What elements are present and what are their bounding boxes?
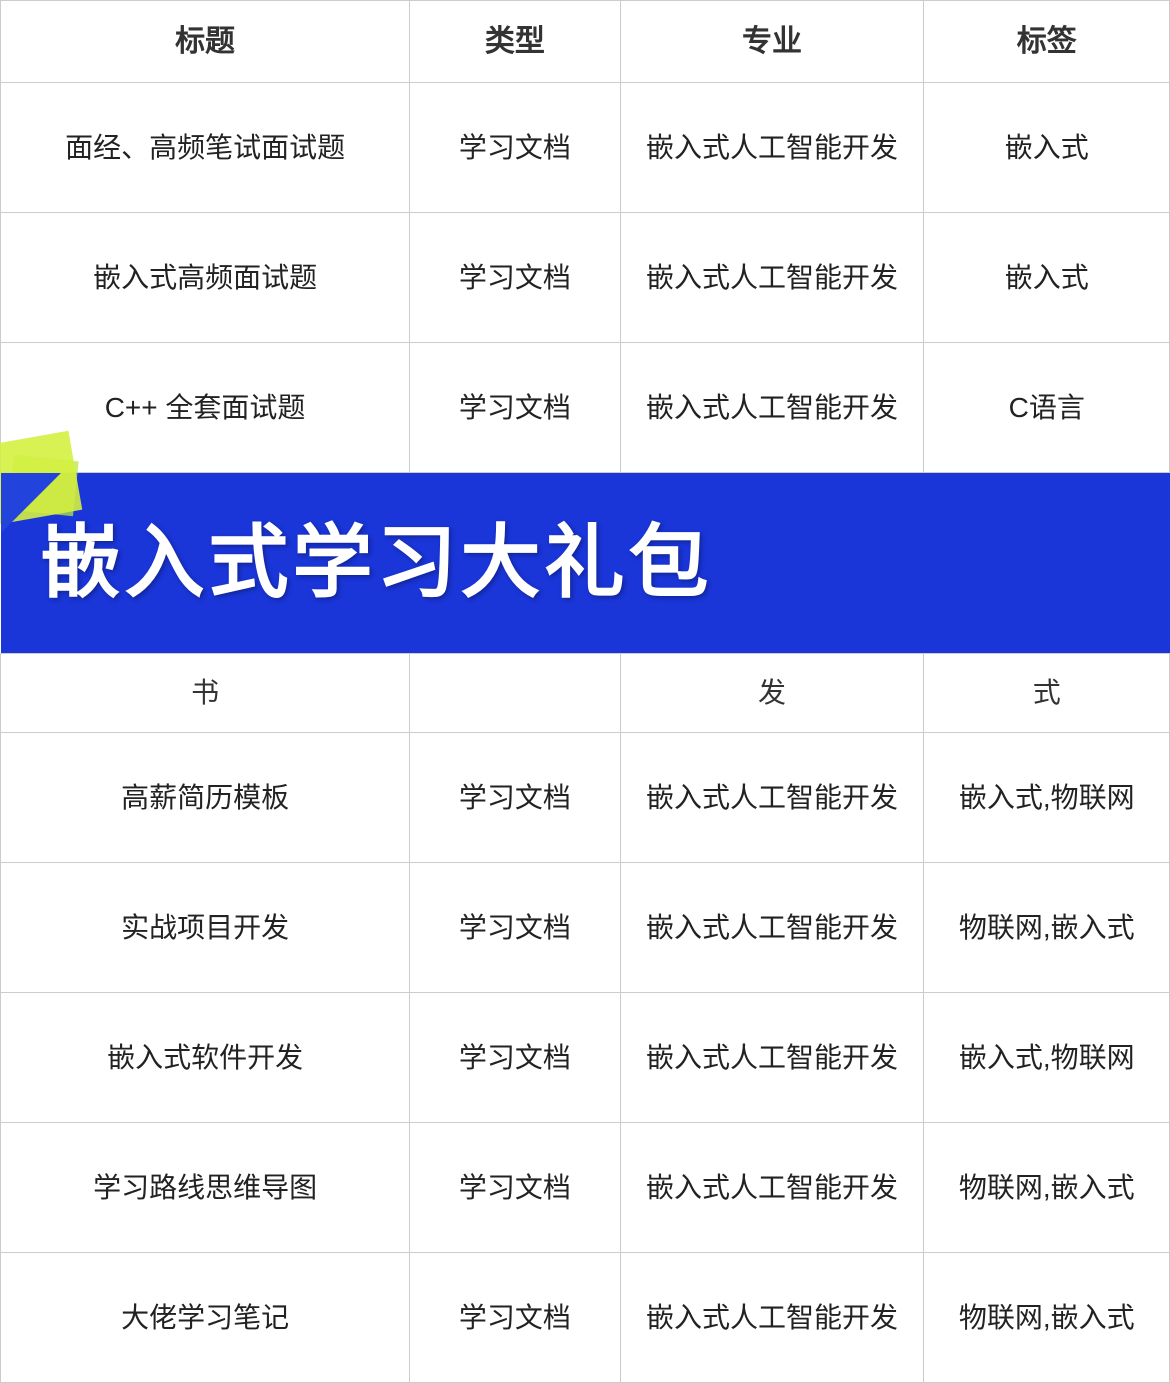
table-row: 高薪简历模板学习文档嵌入式人工智能开发嵌入式,物联网 (1, 733, 1170, 863)
cell-7-2: 嵌入式人工智能开发 (620, 1123, 924, 1253)
cell-8-2: 嵌入式人工智能开发 (620, 1253, 924, 1383)
blue-corner (1, 473, 61, 533)
col-header-type: 类型 (410, 1, 620, 83)
table-row: 大佬学习笔记学习文档嵌入式人工智能开发物联网,嵌入式 (1, 1253, 1170, 1383)
cell-2-2: 嵌入式人工智能开发 (620, 343, 924, 473)
cell-8-0: 大佬学习笔记 (1, 1253, 410, 1383)
cell-8-1: 学习文档 (410, 1253, 620, 1383)
cell-1-0: 嵌入式高频面试题 (1, 213, 410, 343)
cell-0-3: 嵌入式 (924, 83, 1170, 213)
cell-0-1: 学习文档 (410, 83, 620, 213)
col-header-title: 标题 (1, 1, 410, 83)
main-container: 标题 类型 专业 标签 面经、高频笔试面试题学习文档嵌入式人工智能开发嵌入式嵌入… (0, 0, 1170, 1383)
cell-1-3: 嵌入式 (924, 213, 1170, 343)
partial-cell-1 (410, 654, 620, 733)
cell-0-2: 嵌入式人工智能开发 (620, 83, 924, 213)
cell-6-2: 嵌入式人工智能开发 (620, 993, 924, 1123)
cell-4-1: 学习文档 (410, 733, 620, 863)
table-row: C++ 全套面试题学习文档嵌入式人工智能开发C语言 (1, 343, 1170, 473)
cell-5-3: 物联网,嵌入式 (924, 863, 1170, 993)
cell-2-1: 学习文档 (410, 343, 620, 473)
cell-5-0: 实战项目开发 (1, 863, 410, 993)
cell-7-3: 物联网,嵌入式 (924, 1123, 1170, 1253)
banner-row: 嵌入式学习大礼包 (1, 473, 1170, 654)
partial-cell-3: 式 (924, 654, 1170, 733)
cell-7-1: 学习文档 (410, 1123, 620, 1253)
banner-wrapper: 嵌入式学习大礼包 (1, 473, 1170, 653)
table-row: 嵌入式软件开发学习文档嵌入式人工智能开发嵌入式,物联网 (1, 993, 1170, 1123)
cell-7-0: 学习路线思维导图 (1, 1123, 410, 1253)
content-table: 标题 类型 专业 标签 面经、高频笔试面试题学习文档嵌入式人工智能开发嵌入式嵌入… (0, 0, 1170, 1383)
partial-cell-2: 发 (620, 654, 924, 733)
table-row: 面经、高频笔试面试题学习文档嵌入式人工智能开发嵌入式 (1, 83, 1170, 213)
table-row: 实战项目开发学习文档嵌入式人工智能开发物联网,嵌入式 (1, 863, 1170, 993)
table-row: 嵌入式高频面试题学习文档嵌入式人工智能开发嵌入式 (1, 213, 1170, 343)
cell-5-2: 嵌入式人工智能开发 (620, 863, 924, 993)
cell-6-1: 学习文档 (410, 993, 620, 1123)
cell-4-2: 嵌入式人工智能开发 (620, 733, 924, 863)
cell-4-3: 嵌入式,物联网 (924, 733, 1170, 863)
table-header-row: 标题 类型 专业 标签 (1, 1, 1170, 83)
cell-1-2: 嵌入式人工智能开发 (620, 213, 924, 343)
banner-text: 嵌入式学习大礼包 (41, 503, 713, 623)
partial-row: 书 发式 (1, 654, 1170, 733)
cell-5-1: 学习文档 (410, 863, 620, 993)
cell-6-0: 嵌入式软件开发 (1, 993, 410, 1123)
partial-cell-0: 书 (1, 654, 410, 733)
banner-content: 嵌入式学习大礼包 (1, 473, 1170, 653)
table-row: 学习路线思维导图学习文档嵌入式人工智能开发物联网,嵌入式 (1, 1123, 1170, 1253)
cell-6-3: 嵌入式,物联网 (924, 993, 1170, 1123)
cell-0-0: 面经、高频笔试面试题 (1, 83, 410, 213)
col-header-tag: 标签 (924, 1, 1170, 83)
cell-8-3: 物联网,嵌入式 (924, 1253, 1170, 1383)
cell-4-0: 高薪简历模板 (1, 733, 410, 863)
cell-2-3: C语言 (924, 343, 1170, 473)
col-header-major: 专业 (620, 1, 924, 83)
cell-1-1: 学习文档 (410, 213, 620, 343)
